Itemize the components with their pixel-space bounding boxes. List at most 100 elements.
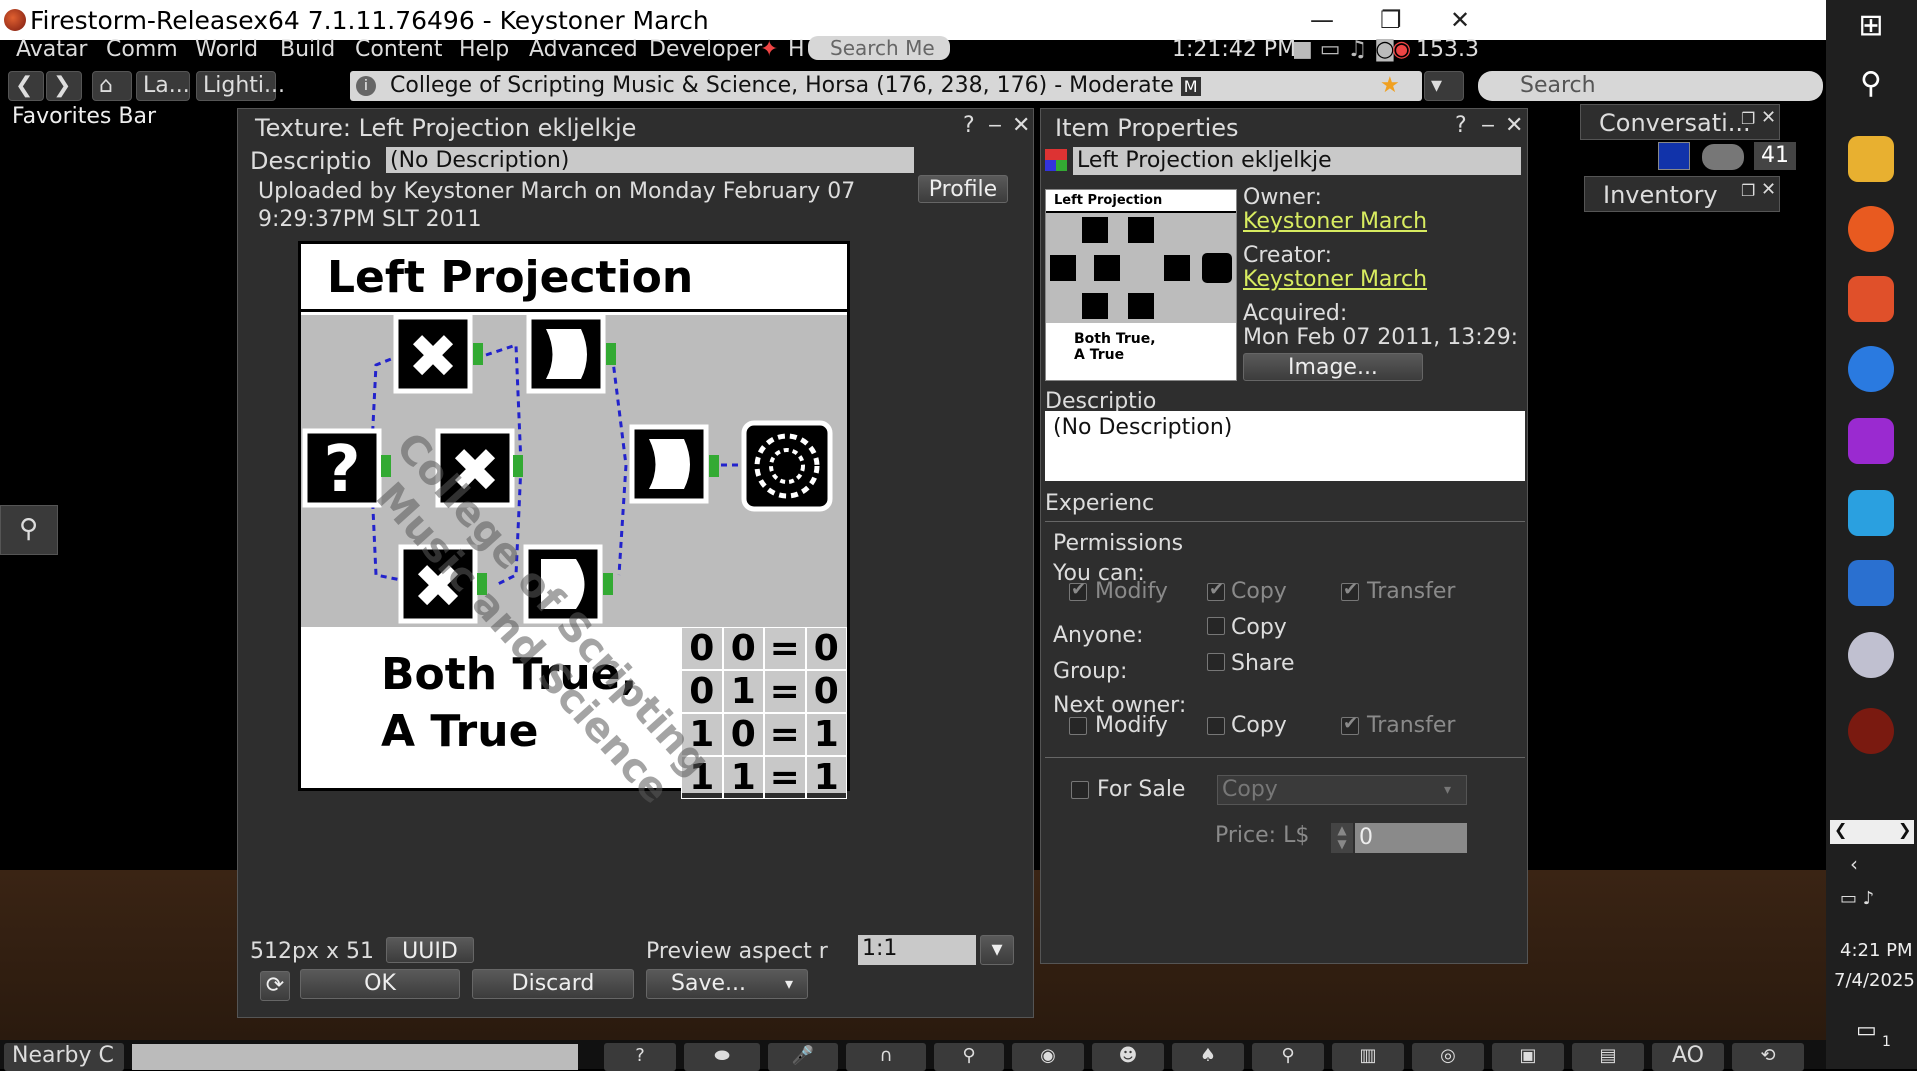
sound-muted-icon[interactable]: ◉	[1392, 37, 1411, 62]
item-name-field[interactable]: Left Projection ekljelkje	[1073, 147, 1521, 175]
save-button[interactable]: Save... ▾	[646, 969, 808, 999]
home-button[interactable]: ⌂	[92, 71, 132, 101]
menu-developer[interactable]: Developer	[649, 37, 762, 62]
favorite-star-icon[interactable]: ★	[1380, 71, 1400, 101]
uuid-button[interactable]: UUID	[386, 937, 474, 964]
conversations-count-badge[interactable]: 41	[1754, 142, 1796, 170]
map-pin-button[interactable]: ⚲	[0, 505, 58, 555]
privacy-browser-icon[interactable]	[1848, 418, 1894, 464]
next-transfer-checkbox[interactable]	[1341, 713, 1359, 735]
ok-button[interactable]: OK	[300, 969, 460, 999]
eye-icon[interactable]: ◉	[1012, 1043, 1084, 1071]
file-explorer-icon[interactable]	[1848, 136, 1894, 182]
firestorm-taskbar-icon[interactable]	[1848, 708, 1894, 754]
next-copy-checkbox[interactable]	[1207, 717, 1225, 735]
favorites-bar[interactable]: Favorites Bar	[12, 104, 156, 129]
taskbar-time[interactable]: 4:21 PM	[1840, 940, 1913, 961]
menu-avatar[interactable]: Avatar	[16, 37, 87, 62]
search-icon[interactable]: ⚲	[1252, 1043, 1324, 1071]
creator-link[interactable]: Keystoner March	[1243, 267, 1427, 292]
taskbar-search-icon[interactable]: ⚲	[1848, 66, 1894, 112]
scroll-left-icon[interactable]: ❮	[1834, 820, 1847, 839]
status-icons[interactable]: ■ ▭ ♫ ◙	[1292, 37, 1396, 62]
chat-bubble-icon[interactable]: ⬬	[684, 1043, 760, 1071]
discard-button[interactable]: Discard	[472, 969, 634, 999]
network-volume-icon[interactable]: ▭ ♪	[1840, 888, 1874, 909]
nearby-chat-button[interactable]: Nearby C	[4, 1043, 124, 1071]
windows-start-icon[interactable]: ⊞	[1848, 8, 1894, 54]
group-share-checkbox[interactable]	[1207, 653, 1225, 671]
scroll-right-icon[interactable]: ❯	[1898, 820, 1911, 839]
lighting-button[interactable]: Lighti...	[196, 71, 285, 101]
save-dropdown-icon[interactable]: ▾	[785, 970, 793, 998]
profile-button[interactable]: Profile	[918, 175, 1008, 203]
help-icon[interactable]: ?	[604, 1043, 676, 1071]
chat-thumbnail-icon[interactable]	[1658, 142, 1690, 170]
people-icon[interactable]: ☻	[1092, 1043, 1164, 1071]
texture-description-field[interactable]: (No Description)	[386, 147, 914, 173]
landmarks-button[interactable]: La...	[136, 71, 190, 101]
conversations-popout-icon[interactable]: ❐	[1741, 109, 1755, 128]
texture-close-button[interactable]: ✕	[1012, 113, 1030, 138]
next-modify-checkbox[interactable]	[1069, 717, 1087, 735]
item-help-button[interactable]: ?	[1455, 113, 1467, 138]
radar-icon[interactable]: ◎	[1412, 1043, 1484, 1071]
menu-world[interactable]: World	[195, 37, 258, 62]
inventory-icon[interactable]: ▤	[1572, 1043, 1644, 1071]
back-button[interactable]: ❮	[8, 71, 44, 101]
vscode-icon[interactable]	[1848, 560, 1894, 606]
map-icon[interactable]: ▥	[1332, 1043, 1404, 1071]
menu-help[interactable]: Help	[459, 37, 509, 62]
chat-input[interactable]	[132, 1044, 578, 1070]
taskbar-date[interactable]: 7/4/2025	[1834, 970, 1915, 991]
image-button[interactable]: Image...	[1243, 353, 1423, 381]
forward-button[interactable]: ❯	[46, 71, 82, 101]
preview-aspect-select[interactable]: 1:1	[858, 935, 976, 965]
close-button[interactable]: ✕	[1450, 6, 1470, 34]
inventory-panel[interactable]: Inventory ❐ ✕	[1584, 176, 1780, 212]
owner-link[interactable]: Keystoner March	[1243, 209, 1427, 234]
microphone-icon[interactable]: 🎤	[768, 1043, 838, 1071]
texture-help-button[interactable]: ?	[963, 113, 975, 138]
location-dropdown-icon[interactable]: ▾	[1424, 71, 1464, 101]
windsurf-icon[interactable]	[1848, 490, 1894, 536]
minimize-button[interactable]: —	[1310, 6, 1334, 34]
conversations-panel[interactable]: Conversati... ❐ ✕	[1580, 104, 1780, 140]
inventory-popout-icon[interactable]: ❐	[1741, 181, 1755, 200]
for-sale-checkbox[interactable]	[1071, 781, 1089, 799]
refresh-button[interactable]: ⟳	[260, 971, 290, 1001]
notification-icon[interactable]: ▭	[1856, 1018, 1877, 1043]
menu-content[interactable]: Content	[355, 37, 443, 62]
walk-icon[interactable]: ⚲	[934, 1043, 1004, 1071]
brave-icon[interactable]	[1848, 276, 1894, 322]
taskbar-scroller[interactable]: ❮ ❯	[1830, 820, 1914, 844]
refresh-icon[interactable]: ⟲	[1732, 1043, 1804, 1071]
location-input[interactable]: i College of Scripting Music & Science, …	[350, 71, 1422, 101]
headphones-icon[interactable]: ∩	[846, 1043, 926, 1071]
build-tool-icon[interactable]: ✦	[760, 37, 778, 62]
menu-search-input[interactable]: Search Me	[808, 36, 950, 60]
speech-bubble-icon[interactable]	[1702, 144, 1744, 170]
texture-minimize-button[interactable]: ‒	[988, 113, 1002, 138]
search-input[interactable]: Search	[1478, 71, 1823, 101]
restore-button[interactable]: ❐	[1380, 6, 1402, 34]
menu-build[interactable]: Build	[280, 37, 335, 62]
conversations-close-icon[interactable]: ✕	[1761, 107, 1776, 128]
menu-comm[interactable]: Comm	[106, 37, 178, 62]
menu-h[interactable]: H	[788, 37, 805, 62]
inventory-close-icon[interactable]: ✕	[1761, 179, 1776, 200]
tray-chevron-icon[interactable]: ‹	[1850, 852, 1858, 876]
camera-icon[interactable]: ▣	[1492, 1043, 1564, 1071]
info-icon[interactable]: i	[356, 76, 376, 96]
item-minimize-button[interactable]: ‒	[1481, 113, 1495, 138]
ao-button[interactable]: AO	[1652, 1043, 1724, 1071]
aspect-dropdown-icon[interactable]: ▾	[980, 935, 1014, 965]
firefox-dev-icon[interactable]	[1848, 346, 1894, 392]
outfit-icon[interactable]: ♠	[1172, 1043, 1244, 1071]
firefox-icon[interactable]	[1848, 206, 1894, 252]
item-close-button[interactable]: ✕	[1505, 113, 1523, 138]
snipping-tool-icon[interactable]	[1848, 632, 1894, 678]
menu-advanced[interactable]: Advanced	[529, 37, 638, 62]
anyone-copy-checkbox[interactable]	[1207, 617, 1225, 635]
item-description-field[interactable]: (No Description)	[1045, 411, 1525, 481]
